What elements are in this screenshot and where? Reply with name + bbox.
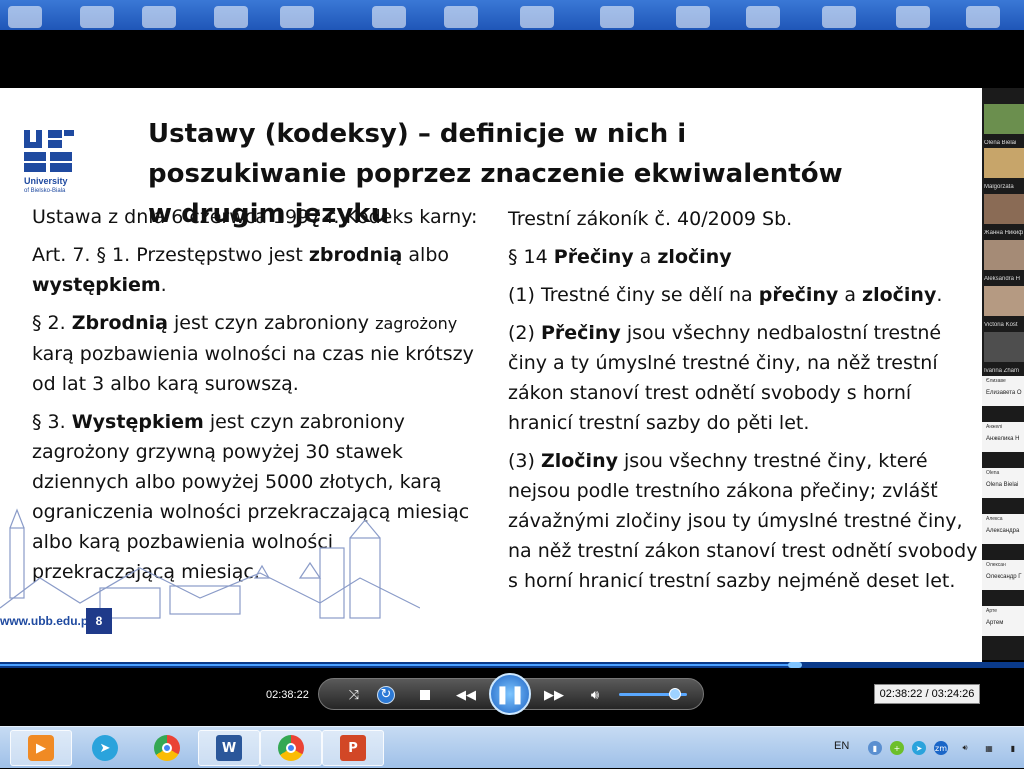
system-tray: EN ▮ + ➤ zm 🔊︎ ▦ ▮ [830, 727, 1024, 769]
participant-tile[interactable]: Олексан Олександр Г [982, 560, 1024, 590]
participant-name: Жанна Никиф [984, 230, 1024, 236]
logo-university-name: University [24, 176, 68, 186]
participant-tile[interactable]: Єлизаве Елизавета О [982, 376, 1024, 406]
taskbar-media-player[interactable]: ▶ [10, 730, 72, 766]
participant-name: Victoria Kost [984, 322, 1018, 328]
university-url: www.ubb.edu.pl [0, 614, 92, 628]
participant-video[interactable] [984, 332, 1024, 362]
participant-video[interactable] [984, 286, 1024, 316]
update-icon[interactable]: + [890, 741, 904, 755]
desktop-icon[interactable] [142, 6, 176, 28]
presentation-icon: P [340, 735, 366, 761]
participant-name: Olena Bielai [984, 140, 1017, 146]
logo-subtitle: of Bielsko-Biala [24, 188, 66, 194]
left-paragraph: Art. 7. § 1. Przestępstwo jest zbrodnią … [32, 244, 450, 296]
battery-icon[interactable]: ▦ [982, 741, 996, 755]
fast-forward-button[interactable]: ▶▶ [541, 685, 567, 705]
stop-button[interactable] [417, 685, 433, 705]
participant-name: Aleksandra H [984, 276, 1021, 282]
chrome-profile-icon [278, 735, 304, 761]
time-display: 02:38:22 / 03:24:26 [874, 684, 980, 704]
taskbar-telegram[interactable]: ➤ [74, 730, 136, 766]
telegram-icon: ➤ [92, 735, 118, 761]
participant-tile[interactable]: Арте Артем [982, 606, 1024, 636]
right-paragraph: (2) Přečiny jsou všechny nedbalostní tre… [508, 322, 942, 434]
desktop-icon[interactable] [80, 6, 114, 28]
desktop-icon[interactable] [8, 6, 42, 28]
desktop-icon[interactable] [520, 6, 554, 28]
chrome-icon [154, 735, 180, 761]
desktop-icon[interactable] [676, 6, 710, 28]
right-paragraph: § 14 Přečiny a zločiny [508, 246, 732, 268]
participant-video[interactable] [984, 240, 1024, 270]
czech-law-column: Trestní zákoník č. 40/2009 Sb. § 14 Přeč… [508, 204, 978, 604]
current-time: 02:38:22 [266, 689, 309, 701]
participant-tile[interactable]: Алекса Александра [982, 514, 1024, 544]
participant-video[interactable] [984, 104, 1024, 134]
pause-button[interactable]: ❚❚ [489, 673, 531, 715]
cityscape-illustration [0, 508, 420, 619]
signal-icon[interactable]: ▮ [1006, 741, 1020, 755]
left-paragraph: § 2. Zbrodnią jest czyn zabroniony zagro… [32, 312, 474, 395]
media-player-icon: ▶ [28, 735, 54, 761]
desktop-icon[interactable] [444, 6, 478, 28]
participant-name: Ivanna Zham [984, 368, 1020, 374]
media-player-controls: 02:38:22 ⤨ ↻ ◀◀ ❚❚ ▶▶ 🔊︎ 02:38:22 / 03:2… [0, 668, 1024, 726]
desktop-icon[interactable] [746, 6, 780, 28]
right-paragraph: (1) Trestné činy se dělí na přečiny a zl… [508, 284, 943, 306]
seek-progress [0, 664, 795, 666]
participant-tile[interactable]: Анжелі Анжелика Н [982, 422, 1024, 452]
desktop-icon[interactable] [600, 6, 634, 28]
participant-video[interactable] [984, 148, 1024, 178]
taskbar-chrome[interactable] [136, 730, 198, 766]
windows-taskbar: ▶ ➤ W P EN ▮ + ➤ zm 🔊︎ ▦ ▮ [0, 726, 1024, 768]
desktop-icon[interactable] [966, 6, 1000, 28]
right-paragraph: Trestní zákoník č. 40/2009 Sb. [508, 208, 793, 230]
taskbar-chrome-profile[interactable] [260, 730, 322, 766]
participant-tile[interactable]: Olena Olena Bielai [982, 468, 1024, 498]
network-icon[interactable]: ▮ [868, 741, 882, 755]
taskbar-word[interactable]: W [198, 730, 260, 766]
speaker-icon[interactable]: 🔊︎ [958, 741, 972, 755]
slide-page-number: 8 [86, 608, 112, 634]
desktop-icon[interactable] [896, 6, 930, 28]
desktop-icon[interactable] [822, 6, 856, 28]
word-icon: W [216, 735, 242, 761]
participants-panel: Olena Bielai Malgorzata Жанна Никиф Alek… [982, 88, 1024, 660]
volume-icon[interactable]: 🔊︎ [585, 685, 605, 705]
participant-name: Malgorzata [984, 184, 1014, 190]
desktop-icon[interactable] [280, 6, 314, 28]
language-indicator[interactable]: EN [834, 740, 849, 752]
desktop-background-strip [0, 0, 1024, 30]
desktop-icon[interactable] [214, 6, 248, 28]
ubb-logo-icon [24, 130, 74, 172]
rewind-button[interactable]: ◀◀ [453, 685, 479, 705]
shuffle-icon[interactable]: ⤨ [343, 685, 365, 705]
university-logo: University of Bielsko-Biala [22, 128, 92, 198]
taskbar-presentation[interactable]: P [322, 730, 384, 766]
participant-video[interactable] [984, 194, 1024, 224]
control-bar: ⤨ ↻ ◀◀ ❚❚ ▶▶ 🔊︎ [318, 673, 704, 715]
repeat-icon[interactable]: ↻ [375, 685, 397, 705]
zoom-tray-icon[interactable]: zm [934, 741, 948, 755]
desktop-icon[interactable] [372, 6, 406, 28]
presentation-slide: University of Bielsko-Biala Ustawy (kode… [0, 88, 982, 662]
left-paragraph: Ustawa z dnia 6 czerwca 1997 r. Kodeks k… [32, 206, 478, 228]
video-letterbox [0, 30, 1024, 88]
telegram-tray-icon[interactable]: ➤ [912, 741, 926, 755]
right-paragraph: (3) Zločiny jsou všechny trestné činy, k… [508, 450, 978, 592]
volume-handle[interactable] [669, 688, 682, 700]
